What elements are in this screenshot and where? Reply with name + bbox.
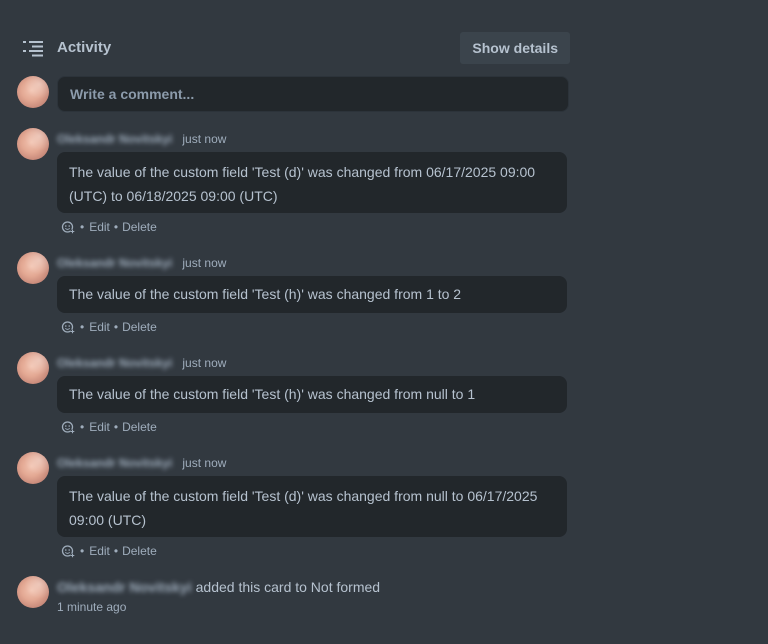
avatar xyxy=(17,128,49,160)
entry-meta: Oleksandr Novitskyi just now xyxy=(57,255,226,271)
author-name[interactable]: Oleksandr Novitskyi xyxy=(57,579,192,595)
delete-link[interactable]: Delete xyxy=(122,543,157,559)
entry-meta: Oleksandr Novitskyi just now xyxy=(57,131,226,147)
comment-message: The value of the custom field 'Test (d)'… xyxy=(57,476,567,537)
separator-dot: • xyxy=(113,420,119,434)
separator-dot: • xyxy=(80,220,85,234)
edit-link[interactable]: Edit xyxy=(89,543,110,559)
entry-meta: Oleksandr Novitskyi just now xyxy=(57,355,226,371)
activity-header: Activity Show details xyxy=(22,32,570,64)
edit-link[interactable]: Edit xyxy=(89,219,110,235)
separator-dot: • xyxy=(113,320,119,334)
show-details-button[interactable]: Show details xyxy=(460,32,570,64)
add-reaction-icon[interactable] xyxy=(61,544,75,558)
comment-actions: • Edit • Delete xyxy=(61,219,157,235)
delete-link[interactable]: Delete xyxy=(122,419,157,435)
comment-message: The value of the custom field 'Test (h)'… xyxy=(57,376,567,413)
entry-meta: Oleksandr Novitskyi just now xyxy=(57,455,226,471)
timestamp-link[interactable]: just now xyxy=(182,456,226,470)
separator-dot: • xyxy=(113,220,119,234)
comment-message: The value of the custom field 'Test (d)'… xyxy=(57,152,567,213)
avatar xyxy=(17,352,49,384)
activity-title: Activity xyxy=(57,39,112,56)
author-name[interactable]: Oleksandr Novitskyi xyxy=(57,132,172,146)
author-name[interactable]: Oleksandr Novitskyi xyxy=(57,356,172,370)
timestamp-link[interactable]: just now xyxy=(182,256,226,270)
avatar xyxy=(17,576,49,608)
delete-link[interactable]: Delete xyxy=(122,219,157,235)
add-reaction-icon[interactable] xyxy=(61,420,75,434)
comment-actions: • Edit • Delete xyxy=(61,543,157,559)
add-reaction-icon[interactable] xyxy=(61,220,75,234)
comment-actions: • Edit • Delete xyxy=(61,419,157,435)
comment-input[interactable] xyxy=(57,76,569,112)
list-icon xyxy=(23,41,43,57)
separator-dot: • xyxy=(80,544,85,558)
edit-link[interactable]: Edit xyxy=(89,419,110,435)
edit-link[interactable]: Edit xyxy=(89,319,110,335)
timestamp-link[interactable]: just now xyxy=(182,356,226,370)
separator-dot: • xyxy=(80,320,85,334)
author-name[interactable]: Oleksandr Novitskyi xyxy=(57,256,172,270)
add-reaction-icon[interactable] xyxy=(61,320,75,334)
avatar xyxy=(17,76,49,108)
timestamp-link[interactable]: just now xyxy=(182,132,226,146)
comment-actions: • Edit • Delete xyxy=(61,319,157,335)
timestamp-link[interactable]: 1 minute ago xyxy=(57,600,126,614)
avatar xyxy=(17,252,49,284)
card-event-text: added this card to Not formed xyxy=(195,579,381,595)
author-name[interactable]: Oleksandr Novitskyi xyxy=(57,456,172,470)
avatar xyxy=(17,452,49,484)
activity-panel: Activity Show details Oleksandr Novitsky… xyxy=(0,0,768,644)
separator-dot: • xyxy=(113,544,119,558)
comment-message: The value of the custom field 'Test (h)'… xyxy=(57,276,567,313)
delete-link[interactable]: Delete xyxy=(122,319,157,335)
card-event-line: Oleksandr Novitskyi added this card to No… xyxy=(57,578,380,596)
separator-dot: • xyxy=(80,420,85,434)
